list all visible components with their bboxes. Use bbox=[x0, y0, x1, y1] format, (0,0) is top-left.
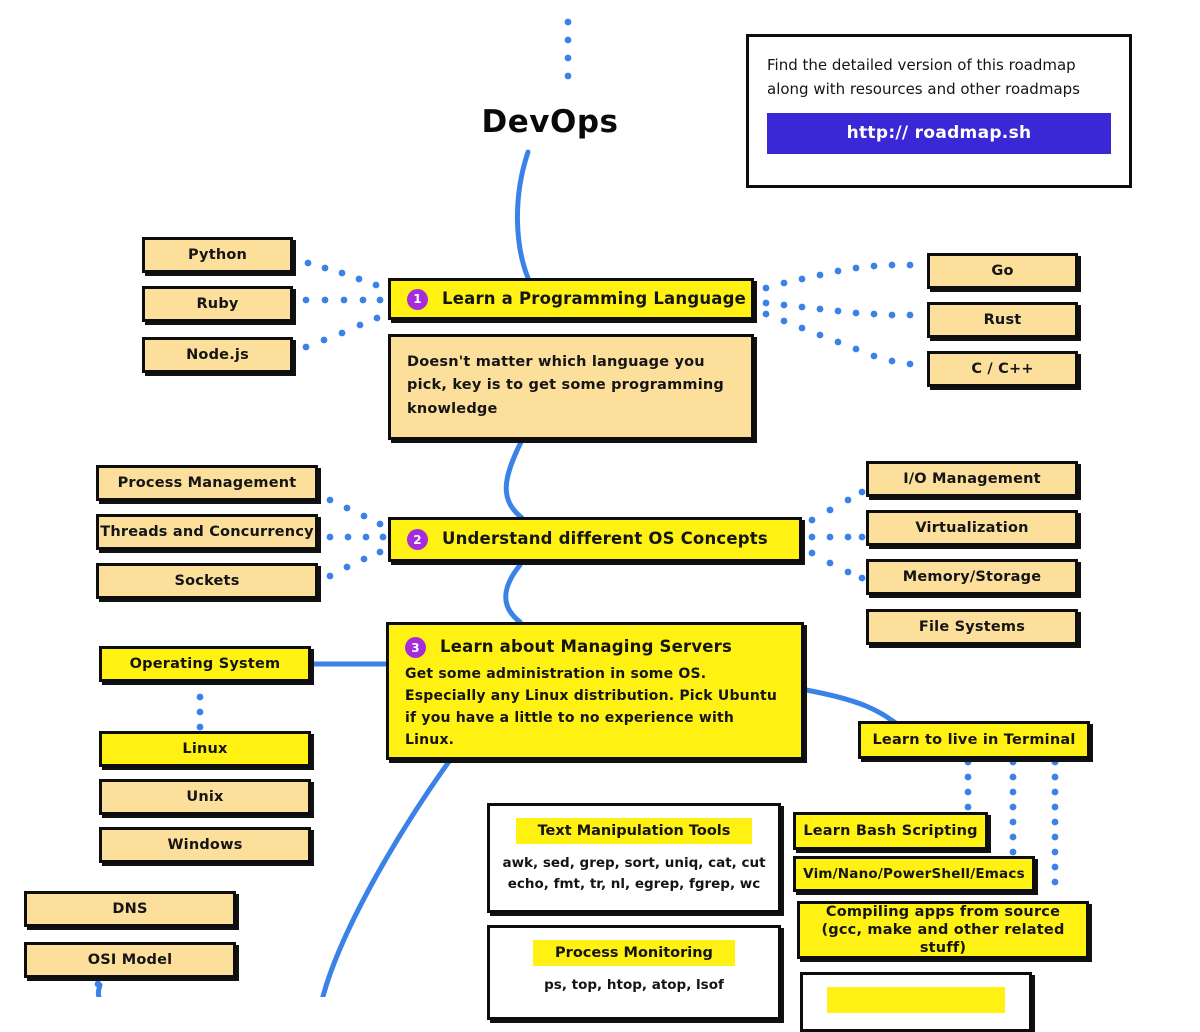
card-process-monitoring-title: Process Monitoring bbox=[533, 940, 735, 966]
item-threads-and-concurrency[interactable]: Threads and Concurrency bbox=[96, 514, 318, 550]
wire-section3-to-bottom-left bbox=[320, 757, 453, 997]
item-windows[interactable]: Windows bbox=[99, 827, 311, 863]
item-osi-model[interactable]: OSI Model bbox=[24, 942, 236, 978]
info-panel-line-1: Find the detailed version of this roadma… bbox=[767, 56, 1076, 74]
item-learn-to-live-in-terminal[interactable]: Learn to live in Terminal bbox=[858, 721, 1090, 759]
item-sockets[interactable]: Sockets bbox=[96, 563, 318, 599]
info-panel: Find the detailed version of this roadma… bbox=[746, 34, 1132, 188]
item-file-systems[interactable]: File Systems bbox=[866, 609, 1078, 645]
section-1-header[interactable]: 1 Learn a Programming Language bbox=[388, 278, 754, 320]
card-system-performance-partial bbox=[800, 972, 1032, 1032]
wire-section1-to-section2 bbox=[503, 437, 525, 521]
card-text-manipulation-tools: Text Manipulation Tools awk, sed, grep, … bbox=[487, 803, 781, 913]
section-2-badge: 2 bbox=[407, 529, 428, 550]
item-python[interactable]: Python bbox=[142, 237, 293, 273]
card-system-performance-title bbox=[827, 987, 1005, 1013]
card-text-manipulation-line-1: awk, sed, grep, sort, uniq, cat, cut bbox=[502, 855, 766, 871]
item-c-cpp[interactable]: C / C++ bbox=[927, 351, 1078, 387]
wire-networking-stub bbox=[95, 982, 103, 997]
section-1-badge: 1 bbox=[407, 288, 428, 310]
card-text-manipulation-title: Text Manipulation Tools bbox=[515, 818, 753, 844]
item-unix[interactable]: Unix bbox=[99, 779, 311, 815]
item-go[interactable]: Go bbox=[927, 253, 1078, 289]
info-panel-line-2: along with resources and other roadmaps bbox=[767, 80, 1080, 99]
wire-section2-to-section3 bbox=[503, 562, 523, 625]
wire-title-to-section1 bbox=[515, 149, 531, 281]
item-ruby[interactable]: Ruby bbox=[142, 286, 293, 322]
roadmap-url-button[interactable]: http:// roadmap.sh bbox=[767, 112, 1111, 154]
section-3-title-row: 3 Learn about Managing Servers bbox=[405, 637, 785, 658]
section-2-header[interactable]: 2 Understand different OS Concepts bbox=[388, 517, 802, 562]
section-2-title: Understand different OS Concepts bbox=[442, 529, 768, 549]
card-process-monitoring: Process Monitoring ps, top, htop, atop, … bbox=[487, 925, 781, 1020]
item-virtualization[interactable]: Virtualization bbox=[866, 510, 1078, 546]
roadmap-canvas: DevOps Find the detailed version of this… bbox=[0, 0, 1200, 1032]
section-1-description: Doesn't matter which language you pick, … bbox=[388, 334, 754, 440]
item-memory-storage[interactable]: Memory/Storage bbox=[866, 559, 1078, 595]
card-process-monitoring-line-1: ps, top, htop, atop, lsof bbox=[544, 977, 724, 993]
page-title: DevOps bbox=[481, 104, 619, 140]
item-linux[interactable]: Linux bbox=[99, 731, 311, 767]
item-process-management[interactable]: Process Management bbox=[96, 465, 318, 501]
item-operating-system[interactable]: Operating System bbox=[99, 646, 311, 682]
section-1-title: Learn a Programming Language bbox=[442, 288, 747, 308]
item-io-management[interactable]: I/O Management bbox=[866, 461, 1078, 497]
item-dns[interactable]: DNS bbox=[24, 891, 236, 927]
item-compiling-apps-from-source[interactable]: Compiling apps from source (gcc, make an… bbox=[797, 901, 1089, 959]
item-editors[interactable]: Vim/Nano/PowerShell/Emacs bbox=[793, 856, 1035, 892]
item-learn-bash-scripting[interactable]: Learn Bash Scripting bbox=[793, 812, 988, 850]
item-nodejs[interactable]: Node.js bbox=[142, 337, 293, 373]
section-3-description: Get some administration in some OS. Espe… bbox=[405, 666, 778, 749]
section-3-title: Learn about Managing Servers bbox=[440, 637, 733, 657]
section-3-badge: 3 bbox=[405, 637, 426, 658]
item-rust[interactable]: Rust bbox=[927, 302, 1078, 338]
section-3-card[interactable]: 3 Learn about Managing Servers Get some … bbox=[386, 622, 804, 760]
card-text-manipulation-line-2: echo, fmt, tr, nl, egrep, fgrep, wc bbox=[507, 875, 761, 892]
